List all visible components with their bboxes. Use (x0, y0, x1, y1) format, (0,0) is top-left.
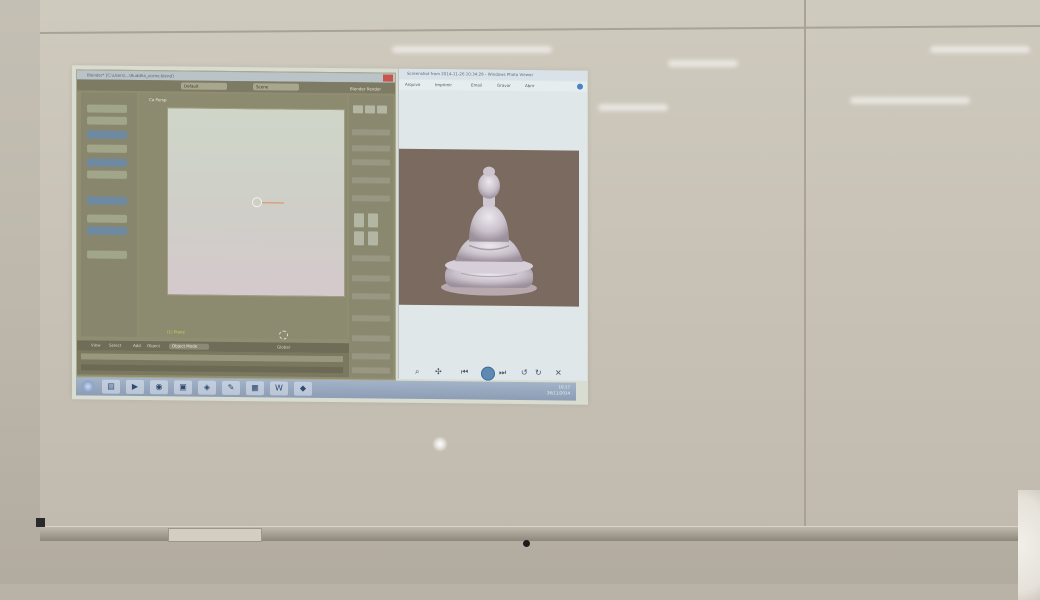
taskbar: ▤ ▶ ◉ ▣ ◈ ✎ ▦ W ◆ 10:17 26/11/2014 (76, 377, 576, 401)
timeline[interactable] (77, 350, 349, 378)
prop-value-box[interactable] (354, 213, 364, 228)
projector-hotspot (432, 436, 448, 452)
timeline-scale[interactable] (81, 353, 343, 363)
photo-viewer-window: Screenshot from 2014-11-26 10:34:29 - Wi… (398, 68, 587, 381)
prop-row[interactable] (352, 177, 390, 184)
tool-button[interactable] (87, 250, 127, 259)
magnet-dot (523, 540, 530, 547)
pivot-select[interactable]: Global (277, 342, 290, 352)
timeline-fields[interactable] (81, 364, 343, 374)
clock-date: 26/11/2014 (546, 390, 570, 396)
delete-icon[interactable]: ✕ (555, 368, 562, 378)
prop-row[interactable] (352, 129, 390, 136)
transform-axis (262, 202, 284, 204)
tool-shelf (81, 92, 137, 337)
folder-icon[interactable]: ▤ (102, 379, 120, 394)
ceiling-light-reflection (668, 60, 738, 67)
viewer-title: Screenshot from 2014-11-26 10:34:29 - Wi… (399, 68, 587, 81)
prop-value-box[interactable] (368, 213, 378, 228)
3d-cursor-icon[interactable] (279, 330, 288, 340)
menu-email[interactable]: Email (471, 80, 482, 90)
menu-print[interactable]: Imprimir (435, 80, 452, 90)
prop-tab-icon[interactable] (353, 105, 363, 114)
tool-button[interactable] (87, 116, 127, 125)
menu-burn[interactable]: Gravar (497, 81, 511, 91)
menu-select[interactable]: Select (109, 341, 121, 351)
tool-button[interactable] (87, 214, 127, 223)
buddha-statue-image (441, 166, 537, 296)
prop-row[interactable] (352, 145, 390, 152)
prop-row[interactable] (352, 159, 390, 166)
fit-icon[interactable]: ✣ (435, 367, 442, 377)
close-button[interactable] (383, 74, 393, 82)
blender-icon[interactable]: ◈ (198, 380, 216, 395)
statue-photo (399, 148, 579, 307)
menu-view[interactable]: View (91, 340, 101, 350)
start-button[interactable] (82, 380, 94, 393)
next-icon[interactable]: ⏭ (499, 368, 506, 378)
prop-row[interactable] (352, 255, 390, 262)
zoom-icon[interactable]: ⌕ (415, 367, 419, 377)
projected-screen: Blender* [C:\Users\...\Buddha_scene.blen… (72, 65, 588, 405)
ceiling-light-reflection (850, 97, 970, 104)
slideshow-button[interactable] (481, 366, 495, 381)
tool-button[interactable] (87, 158, 127, 167)
chrome-icon[interactable]: ◉ (150, 380, 168, 395)
tool-button[interactable] (87, 226, 127, 235)
tray-bracket (168, 528, 262, 542)
menu-file[interactable]: Arquivo (405, 80, 420, 90)
blender-info-header: Default Scene Blender Render (77, 79, 395, 94)
prop-tab-icon[interactable] (365, 105, 375, 114)
active-object-label: (1) Plane (167, 329, 185, 335)
board-corner-clip (36, 518, 45, 527)
prop-row[interactable] (352, 195, 390, 202)
prop-row[interactable] (352, 335, 390, 342)
3d-viewport[interactable]: Ca Persp (1) Plane (139, 92, 347, 340)
prop-value-box[interactable] (354, 231, 364, 246)
media-icon[interactable]: ▶ (126, 379, 144, 395)
menu-object[interactable]: Object (147, 341, 160, 351)
explorer-icon[interactable]: ▦ (246, 381, 264, 396)
previous-icon[interactable]: ⏮ (461, 367, 468, 377)
screen-layout-select[interactable]: Default (181, 82, 227, 90)
camera-frame (167, 107, 345, 298)
object-origin-icon[interactable] (252, 197, 262, 208)
prop-row[interactable] (352, 293, 390, 300)
ceiling-light-reflection (392, 46, 552, 53)
ceiling-light-reflection (930, 46, 1030, 53)
mode-select[interactable]: Object Mode (169, 343, 209, 350)
help-icon[interactable] (577, 83, 583, 90)
tool-icon[interactable]: ◆ (294, 381, 312, 396)
menu-add[interactable]: Add (133, 341, 141, 351)
render-engine-select[interactable]: Blender Render (350, 83, 381, 94)
blender-window: Blender* [C:\Users\...\Buddha_scene.blen… (76, 69, 396, 381)
menu-open[interactable]: Abrir (525, 81, 535, 91)
scene-select[interactable]: Scene (253, 83, 299, 91)
tool-button[interactable] (87, 196, 127, 205)
rotate-right-icon[interactable]: ↻ (535, 368, 542, 378)
view-name-label: Ca Persp (149, 97, 167, 103)
paint-icon[interactable]: ✎ (222, 380, 240, 396)
viewer-menubar: Arquivo Imprimir Email Gravar Abrir (399, 79, 587, 92)
tool-button[interactable] (87, 144, 127, 153)
prop-value-box[interactable] (368, 231, 378, 246)
prop-row[interactable] (352, 315, 390, 322)
prop-row[interactable] (352, 367, 390, 374)
viewer-controls: ⌕ ✣ ⏮ ⏭ ↺ ↻ ✕ (399, 364, 587, 381)
prop-row[interactable] (352, 275, 390, 282)
word-icon[interactable]: W (270, 381, 288, 396)
tool-button[interactable] (87, 130, 127, 139)
tool-button[interactable] (87, 104, 127, 113)
rotate-left-icon[interactable]: ↺ (521, 368, 528, 378)
tool-button[interactable] (87, 170, 127, 179)
ceiling-light-reflection (598, 104, 668, 111)
photo-icon[interactable]: ▣ (174, 380, 192, 395)
system-clock[interactable]: 10:17 26/11/2014 (547, 384, 570, 396)
whiteboard-seam-vertical (804, 0, 806, 540)
properties-panel (349, 95, 393, 378)
prop-row[interactable] (352, 353, 390, 360)
prop-tab-icon[interactable] (377, 105, 387, 114)
